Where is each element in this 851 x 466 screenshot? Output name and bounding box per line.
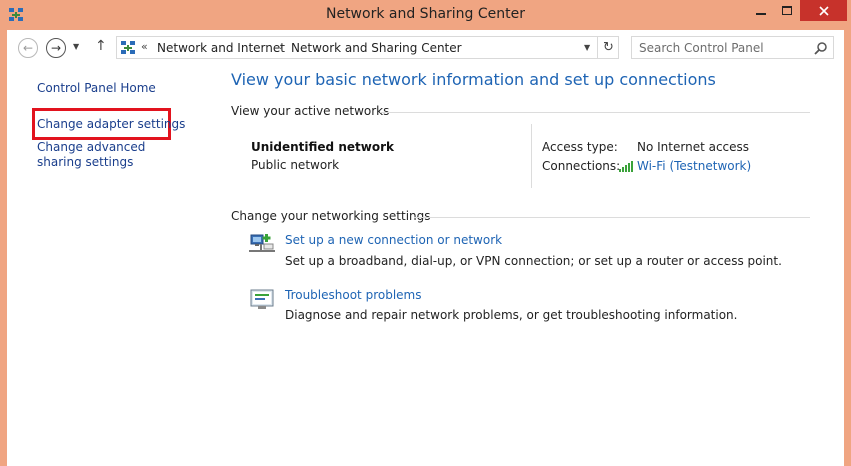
window: Network and Sharing Center ← → ▼ ↑ « Net… (0, 0, 851, 466)
arrow-up-icon: ↑ (95, 38, 107, 54)
connections-label: Connections: (542, 159, 621, 173)
access-type-value: No Internet access (637, 140, 750, 154)
breadcrumb-network-sharing-center[interactable]: Network and Sharing Center (291, 41, 462, 55)
address-bar[interactable]: « Network and Internet › Network and Sha… (116, 36, 619, 59)
troubleshoot-description: Diagnose and repair network problems, or… (285, 308, 738, 322)
control-panel-icon (121, 41, 135, 54)
breadcrumb-overflow-button[interactable]: « (141, 40, 148, 53)
section-divider (380, 112, 810, 113)
active-networks-heading: View your active networks (231, 104, 390, 118)
sidebar-item-advanced-sharing[interactable]: Change advanced sharing settings (37, 140, 187, 170)
sidebar-item-change-adapter-settings[interactable]: Change adapter settings (37, 117, 185, 132)
minimize-button[interactable] (748, 0, 774, 21)
troubleshoot-link[interactable]: Troubleshoot problems (285, 288, 421, 302)
forward-button[interactable]: → (46, 38, 66, 58)
setup-connection-link[interactable]: Set up a new connection or network (285, 233, 502, 247)
wifi-signal-icon (619, 161, 633, 172)
network-setup-icon (249, 234, 275, 252)
refresh-button[interactable]: ↻ (597, 37, 619, 58)
recent-locations-button[interactable]: ▼ (73, 42, 79, 51)
network-type: Public network (251, 158, 340, 172)
search-icon[interactable] (814, 41, 828, 55)
networking-settings-heading: Change your networking settings (231, 209, 431, 223)
maximize-icon (782, 6, 792, 15)
close-button[interactable] (800, 0, 847, 21)
search-input[interactable]: Search Control Panel (639, 41, 764, 55)
arrow-right-icon: → (50, 41, 62, 55)
back-button[interactable]: ← (18, 38, 38, 58)
content-area: Control Panel Home Change adapter settin… (7, 66, 844, 466)
wifi-connection-link[interactable]: Wi-Fi (Testnetwork) (637, 159, 751, 173)
refresh-icon: ↻ (603, 40, 614, 55)
arrow-left-icon: ← (22, 41, 34, 55)
maximize-button[interactable] (774, 0, 800, 21)
page-title: View your basic network information and … (231, 70, 716, 89)
setup-connection-description: Set up a broadband, dial-up, or VPN conn… (285, 254, 782, 268)
section-divider (414, 217, 810, 218)
breadcrumb-separator-icon: › (279, 40, 284, 53)
window-title: Network and Sharing Center (325, 6, 525, 22)
chevron-down-icon: ▼ (73, 42, 80, 51)
search-box[interactable]: Search Control Panel (631, 36, 834, 59)
sidebar-item-control-panel-home[interactable]: Control Panel Home (37, 81, 156, 96)
minimize-icon (756, 12, 766, 15)
address-dropdown-icon[interactable]: ▼ (584, 43, 590, 52)
navigation-bar: ← → ▼ ↑ « Network and Internet › Network… (7, 30, 844, 66)
vertical-divider (531, 124, 532, 188)
title-bar: Network and Sharing Center (0, 0, 851, 30)
breadcrumb-network-and-internet[interactable]: Network and Internet (157, 41, 285, 55)
access-type-label: Access type: (542, 140, 618, 154)
network-name: Unidentified network (251, 140, 394, 154)
troubleshoot-icon (250, 289, 274, 309)
up-button[interactable]: ↑ (95, 38, 107, 54)
close-icon (818, 5, 829, 16)
